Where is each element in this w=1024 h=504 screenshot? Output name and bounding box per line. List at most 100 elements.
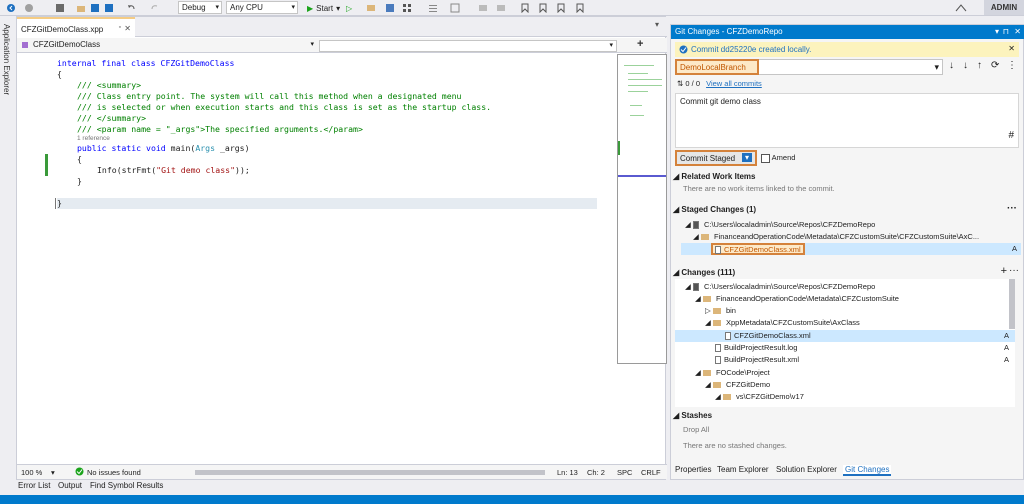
tab-output[interactable]: Output	[58, 481, 82, 490]
commit-created-link[interactable]: Commit dd25220e created locally.	[691, 45, 811, 54]
more-icon[interactable]: ⋮	[1007, 60, 1017, 71]
more-icon[interactable]: ···	[1007, 203, 1017, 214]
pin-icon[interactable]: ⊓	[1003, 27, 1009, 36]
back-icon[interactable]	[6, 2, 16, 14]
user-badge[interactable]: ADMIN	[984, 0, 1024, 15]
foproject-folder-row[interactable]: ◢ FOCode\Project	[695, 368, 770, 377]
change-file-row[interactable]: BuildProjectResult.log A	[675, 342, 1015, 354]
type-combo[interactable]: CFZGitDemoClass ▾	[31, 40, 317, 52]
configuration-select[interactable]: Debug ▾	[178, 1, 222, 14]
document-tab[interactable]: CFZGitDemoClass.xpp ▫ ✕	[17, 17, 135, 37]
tab-overflow-icon[interactable]: ▾	[655, 20, 659, 29]
tool-icon[interactable]	[385, 2, 395, 14]
tab-git-changes[interactable]: Git Changes	[843, 465, 892, 476]
issues-status[interactable]: No issues found	[87, 468, 141, 477]
more-icon[interactable]: ···	[1009, 265, 1019, 276]
pull-icon[interactable]: ↓	[963, 60, 968, 71]
forward-icon[interactable]	[24, 2, 34, 14]
close-icon[interactable]: ✕	[1008, 44, 1015, 53]
platform-select[interactable]: Any CPU ▾	[226, 1, 298, 14]
build-icon[interactable]	[366, 2, 376, 14]
start-button[interactable]: ▶ Start ▾	[307, 2, 340, 14]
bin-folder-row[interactable]: ▷ bin	[705, 306, 736, 315]
new-project-icon[interactable]	[55, 2, 65, 14]
hash-icon[interactable]: #	[1008, 130, 1014, 141]
amend-checkbox[interactable]: Amend	[761, 153, 795, 163]
sync-icon[interactable]: ⟳	[991, 60, 999, 71]
code-view[interactable]: internal final class CFZGitDemoClass { /…	[17, 54, 617, 464]
format-icon[interactable]	[428, 2, 438, 14]
uncomment-icon[interactable]	[496, 2, 506, 14]
bookmark-icon[interactable]	[520, 2, 530, 14]
whitespace-mode[interactable]: SPC	[617, 468, 632, 477]
changes-repo-row[interactable]: ◢ C:\Users\localadmin\Source\Repos\CFZDe…	[685, 282, 875, 292]
commit-staged-button[interactable]: Commit Staged ▾	[675, 150, 757, 166]
save-icon[interactable]	[90, 2, 100, 14]
navigation-bar: CFZGitDemoClass ▾ ▾ +	[17, 38, 667, 53]
git-panel-title-bar: Git Changes - CFZDemoRepo ▾ ⊓ ✕	[671, 25, 1024, 39]
start-without-debug-icon[interactable]: ▷	[346, 2, 352, 14]
live-share-icon[interactable]	[955, 2, 967, 14]
close-icon[interactable]: ✕	[1014, 27, 1021, 36]
tab-error-list[interactable]: Error List	[18, 481, 50, 490]
close-icon[interactable]: ✕	[124, 24, 131, 33]
zoom-level[interactable]: 100 %	[21, 468, 42, 477]
chevron-down-icon[interactable]: ▾	[742, 153, 752, 162]
tab-team-explorer[interactable]: Team Explorer	[717, 465, 769, 474]
main-toolbar: Debug ▾ Any CPU ▾ ▶ Start ▾ ▷ ADMIN	[0, 0, 1024, 16]
axclass-folder-row[interactable]: ◢ XppMetadata\CFZCustomSuite\AxClass	[705, 318, 860, 327]
vertical-scrollbar[interactable]	[1009, 279, 1015, 329]
vs-folder-row[interactable]: ◢ vs\CFZGitDemo\v17	[715, 392, 804, 401]
changes-folder-row[interactable]: ◢ FinanceandOperationCode\Metadata\CFZCu…	[695, 294, 899, 303]
tab-properties[interactable]: Properties	[675, 465, 711, 474]
bookmark-prev-icon[interactable]	[538, 2, 548, 14]
save-all-icon[interactable]	[104, 2, 114, 14]
staged-file-highlight: CFZGitDemoClass.xml	[711, 243, 805, 255]
pin-icon[interactable]: ▫	[119, 24, 121, 31]
checkbox-box[interactable]	[761, 153, 770, 163]
change-file-row[interactable]: BuildProjectResult.xml A	[675, 354, 1015, 366]
comment-icon[interactable]	[478, 2, 488, 14]
folder-path: FinanceandOperationCode\Metadata\CFZCust…	[713, 232, 980, 241]
staged-folder-row[interactable]: ◢ FinanceandOperationCode\Metadata\CFZCu…	[693, 232, 979, 241]
chevron-down-icon[interactable]: ▾	[51, 468, 55, 477]
view-all-commits-link[interactable]: View all commits	[706, 79, 762, 88]
staged-repo-row[interactable]: ◢ C:\Users\localadmin\Source\Repos\CFZDe…	[685, 220, 875, 230]
horizontal-scrollbar[interactable]	[195, 470, 545, 475]
changes-section[interactable]: ◢ Changes (111)	[673, 268, 735, 277]
redo-icon[interactable]	[150, 2, 160, 14]
open-icon[interactable]	[76, 2, 86, 14]
staged-changes-section[interactable]: ◢ Staged Changes (1)	[673, 205, 756, 214]
cfzgitdemo-folder-row[interactable]: ◢ CFZGitDemo	[705, 380, 770, 389]
fetch-icon[interactable]: ↓	[949, 60, 954, 71]
info-check-icon	[679, 45, 688, 54]
layout-icon[interactable]	[450, 2, 460, 14]
line-ending-mode[interactable]: CRLF	[641, 468, 661, 477]
staged-file-row[interactable]: CFZGitDemoClass.xml A	[681, 243, 1021, 255]
commit-message-input[interactable]: Commit git demo class #	[675, 93, 1019, 148]
stashes-section[interactable]: ◢ Stashes	[673, 411, 712, 420]
window-menu-icon[interactable]: ▾	[995, 27, 999, 36]
code-minimap[interactable]	[617, 54, 667, 364]
bookmark-next-icon[interactable]	[556, 2, 566, 14]
minimap-line	[628, 85, 662, 86]
reference-count[interactable]: 1 reference	[77, 135, 110, 143]
code-token: Info(strFmt(	[97, 165, 157, 175]
section-title: Staged Changes (1)	[681, 205, 757, 214]
change-file-row[interactable]: CFZGitDemoClass.xml A	[675, 330, 1015, 342]
related-work-items-section[interactable]: ◢ Related Work Items	[673, 172, 756, 181]
member-combo[interactable]: ▾	[319, 40, 617, 52]
push-icon[interactable]: ↑	[977, 60, 982, 71]
bookmark-clear-icon[interactable]	[575, 2, 585, 14]
minimap-line	[630, 115, 644, 116]
application-explorer-tab[interactable]: Application Explorer	[2, 24, 11, 95]
split-add-icon[interactable]: +	[637, 38, 643, 50]
undo-icon[interactable]	[126, 2, 136, 14]
stage-all-icon[interactable]: +	[1001, 265, 1007, 277]
tab-solution-explorer[interactable]: Solution Explorer	[776, 465, 837, 474]
drop-all-button[interactable]: Drop All	[683, 425, 709, 434]
document-tab-label: CFZGitDemoClass.xpp	[21, 25, 104, 34]
tab-find-symbol-results[interactable]: Find Symbol Results	[90, 481, 163, 490]
branch-name[interactable]: DemoLocalBranch	[675, 59, 759, 75]
grid-icon[interactable]	[402, 2, 412, 14]
